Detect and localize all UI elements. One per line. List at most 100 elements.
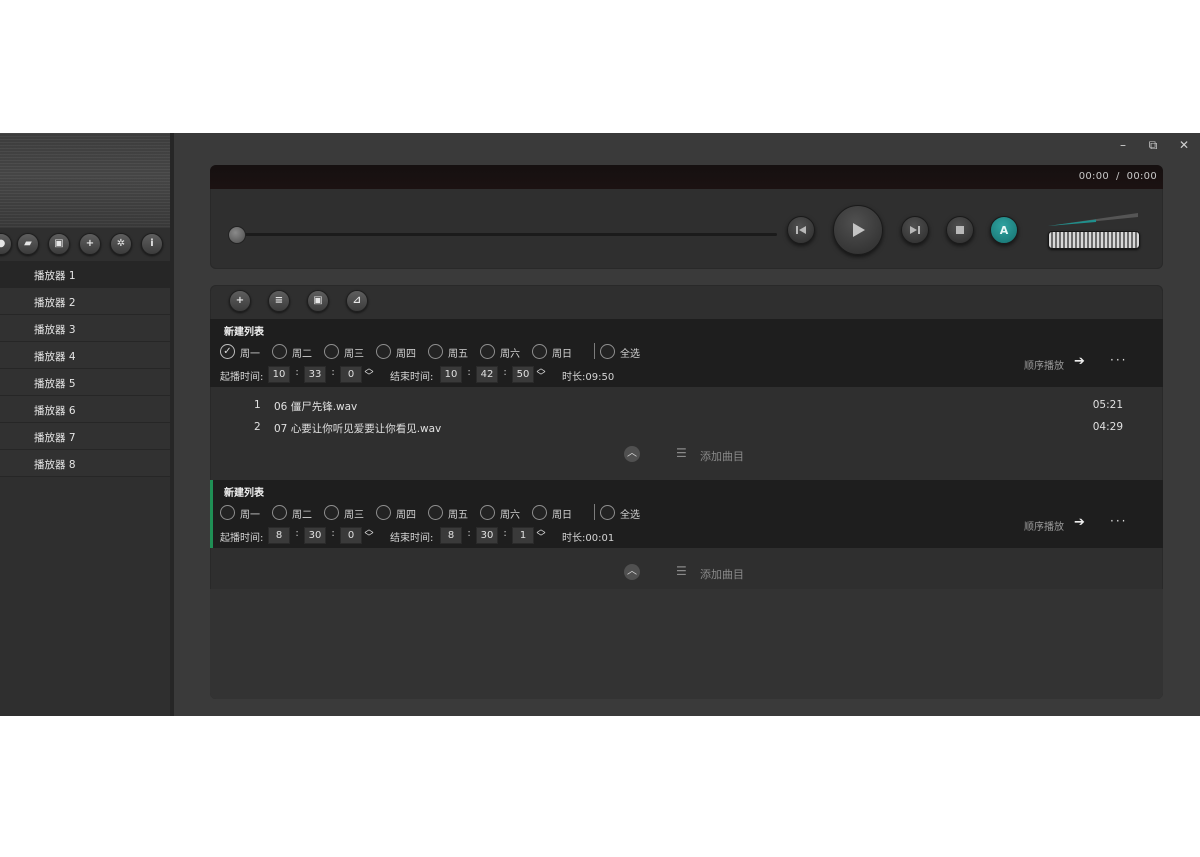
radio-icon[interactable] bbox=[532, 344, 547, 359]
start-spinner-icon[interactable]: ︿ ﹀ bbox=[364, 365, 374, 382]
sidebar-item-player-1[interactable]: 播放器 1 bbox=[0, 261, 170, 288]
radio-icon[interactable] bbox=[480, 505, 495, 520]
collapse-icon[interactable]: ︿ bbox=[624, 564, 640, 580]
time-display: 00:00 / 00:00 bbox=[1079, 171, 1157, 182]
end-spinner-icon[interactable]: ︿ ﹀ bbox=[536, 365, 546, 382]
start-spinner-icon[interactable]: ︿ ﹀ bbox=[364, 526, 374, 543]
sidebar-item-player-3[interactable]: 播放器 3 bbox=[0, 315, 170, 342]
minimize-icon[interactable]: – bbox=[1115, 138, 1131, 152]
track-row[interactable]: 2 07 心要让你听见爱要让你看见.wav 04:29 bbox=[210, 417, 1163, 439]
duration-text: 时长:00:01 bbox=[562, 533, 615, 544]
track-row[interactable]: 1 06 僵尸先锋.wav 05:21 bbox=[210, 395, 1163, 417]
end-spinner-icon[interactable]: ︿ ﹀ bbox=[536, 526, 546, 543]
sidebar-item-label: 播放器 7 bbox=[34, 432, 76, 444]
previous-button[interactable] bbox=[787, 216, 815, 244]
seek-handle[interactable] bbox=[228, 226, 246, 244]
play-order-button[interactable]: 顺序播放 bbox=[1024, 357, 1064, 372]
start-second-field[interactable]: 0 bbox=[340, 366, 362, 383]
settings-icon[interactable]: ✲ bbox=[110, 233, 132, 255]
add-track-bar: ︿ ☰ 添加曲目 bbox=[210, 442, 1163, 468]
sidebar-item-label: 播放器 2 bbox=[34, 297, 76, 309]
add-icon[interactable]: + bbox=[229, 290, 251, 312]
arrow-right-icon[interactable]: ➔ bbox=[1074, 515, 1085, 530]
check-icon[interactable]: ✓ bbox=[220, 344, 235, 359]
arrow-right-icon[interactable]: ➔ bbox=[1074, 354, 1085, 369]
day-label: 周日 bbox=[552, 510, 572, 521]
radio-icon[interactable] bbox=[324, 344, 339, 359]
start-hour-field[interactable]: 10 bbox=[268, 366, 290, 383]
add-track-button[interactable]: 添加曲目 bbox=[700, 566, 744, 582]
add-icon[interactable]: + bbox=[79, 233, 101, 255]
sidebar-item-player-6[interactable]: 播放器 6 bbox=[0, 396, 170, 423]
radio-icon[interactable] bbox=[600, 344, 615, 359]
radio-icon[interactable] bbox=[532, 505, 547, 520]
add-track-icon[interactable]: ☰ bbox=[676, 446, 687, 460]
track-title: 07 心要让你听见爱要让你看见.wav bbox=[274, 423, 442, 435]
day-label: 周日 bbox=[552, 349, 572, 360]
volume-slider[interactable] bbox=[1048, 231, 1140, 249]
restore-icon[interactable]: ⧉ bbox=[1145, 138, 1161, 153]
app-window: – ⧉ ✕ ● ▰ ▣ + ✲ i 播放器 1 播放器 2 播放器 3 播放器 … bbox=[0, 133, 1200, 716]
previous-icon bbox=[796, 226, 806, 234]
close-icon[interactable]: ✕ bbox=[1176, 138, 1192, 152]
sidebar-item-player-8[interactable]: 播放器 8 bbox=[0, 450, 170, 477]
play-order-button[interactable]: 顺序播放 bbox=[1024, 518, 1064, 533]
radio-icon[interactable] bbox=[272, 505, 287, 520]
end-minute-field[interactable]: 30 bbox=[476, 527, 498, 544]
radio-icon[interactable] bbox=[428, 505, 443, 520]
playlist-header: 新建列表 周一 周二 周三 周四 周五 周六 周日 全选 起播时间: 8 : 3… bbox=[210, 480, 1163, 548]
current-time: 00:00 bbox=[1078, 171, 1110, 182]
add-track-icon[interactable]: ☰ bbox=[676, 564, 687, 578]
radio-icon[interactable] bbox=[272, 344, 287, 359]
sidebar-item-player-5[interactable]: 播放器 5 bbox=[0, 369, 170, 396]
start-minute-field[interactable]: 33 bbox=[304, 366, 326, 383]
radio-icon[interactable] bbox=[428, 344, 443, 359]
end-hour-field[interactable]: 8 bbox=[440, 527, 462, 544]
more-icon[interactable]: ··· bbox=[1110, 514, 1127, 528]
end-second-field[interactable]: 1 bbox=[512, 527, 534, 544]
radio-icon[interactable] bbox=[600, 505, 615, 520]
add-track-bar: ︿ ☰ 添加曲目 bbox=[210, 560, 1163, 586]
start-second-field[interactable]: 0 bbox=[340, 527, 362, 544]
sidebar-banner bbox=[0, 133, 170, 228]
play-icon bbox=[853, 223, 865, 237]
ab-repeat-button[interactable]: A bbox=[990, 216, 1018, 244]
sidebar-item-player-7[interactable]: 播放器 7 bbox=[0, 423, 170, 450]
folder-open-icon[interactable]: ▰ bbox=[17, 233, 39, 255]
sidebar-item-player-4[interactable]: 播放器 4 bbox=[0, 342, 170, 369]
end-hour-field[interactable]: 10 bbox=[440, 366, 462, 383]
collapse-icon[interactable]: ︿ bbox=[624, 446, 640, 462]
more-icon[interactable]: ··· bbox=[1110, 353, 1127, 367]
next-icon bbox=[910, 226, 920, 234]
seek-bar[interactable] bbox=[234, 233, 777, 236]
track-duration: 05:21 bbox=[1092, 399, 1123, 411]
stop-icon bbox=[956, 226, 964, 234]
end-second-field[interactable]: 50 bbox=[512, 366, 534, 383]
import-icon[interactable]: ≡ bbox=[268, 290, 290, 312]
radio-icon[interactable] bbox=[480, 344, 495, 359]
day-label: 周四 bbox=[396, 510, 416, 521]
colon: : bbox=[331, 528, 335, 539]
radio-icon[interactable] bbox=[220, 505, 235, 520]
record-icon[interactable]: ● bbox=[0, 233, 12, 255]
volume-level-icon bbox=[1048, 213, 1138, 226]
start-minute-field[interactable]: 30 bbox=[304, 527, 326, 544]
stop-button[interactable] bbox=[946, 216, 974, 244]
radio-icon[interactable] bbox=[376, 344, 391, 359]
divider bbox=[594, 343, 595, 359]
radio-icon[interactable] bbox=[376, 505, 391, 520]
add-track-button[interactable]: 添加曲目 bbox=[700, 448, 744, 464]
end-minute-field[interactable]: 42 bbox=[476, 366, 498, 383]
sidebar-item-label: 播放器 3 bbox=[34, 324, 76, 336]
play-button[interactable] bbox=[833, 205, 883, 255]
next-button[interactable] bbox=[901, 216, 929, 244]
time-range: 起播时间: 8 : 30 : 0 ︿ ﹀ 结束时间: 8 : 30 : 1 ︿ ﹀ … bbox=[220, 526, 820, 545]
save-icon[interactable]: ▣ bbox=[307, 290, 329, 312]
save-icon[interactable]: ▣ bbox=[48, 233, 70, 255]
sidebar-item-player-2[interactable]: 播放器 2 bbox=[0, 288, 170, 315]
day-label: 周三 bbox=[344, 349, 364, 360]
info-icon[interactable]: i bbox=[141, 233, 163, 255]
clear-icon[interactable]: ⊿ bbox=[346, 290, 368, 312]
radio-icon[interactable] bbox=[324, 505, 339, 520]
start-hour-field[interactable]: 8 bbox=[268, 527, 290, 544]
